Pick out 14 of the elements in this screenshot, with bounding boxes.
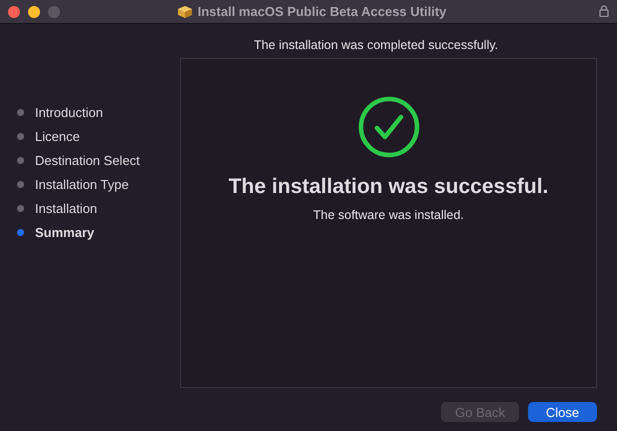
- step-label: Installation: [35, 200, 98, 216]
- result-message: The software was installed.: [313, 208, 464, 222]
- step-label: Introduction: [35, 104, 103, 120]
- step-label: Destination Select: [35, 152, 140, 168]
- step-label: Installation Type: [35, 176, 129, 192]
- header-text: The installation was completed successfully.: [252, 37, 500, 54]
- window-title: Install macOS Public Beta Access Utility: [198, 4, 446, 19]
- minimize-icon[interactable]: [28, 6, 40, 18]
- close-icon[interactable]: [8, 6, 20, 18]
- result-title: The installation was successful.: [228, 175, 548, 199]
- step-label: Licence: [35, 128, 80, 144]
- step-label: Summary: [35, 224, 94, 240]
- package-icon: [176, 4, 193, 18]
- close-button[interactable]: Close: [528, 402, 597, 422]
